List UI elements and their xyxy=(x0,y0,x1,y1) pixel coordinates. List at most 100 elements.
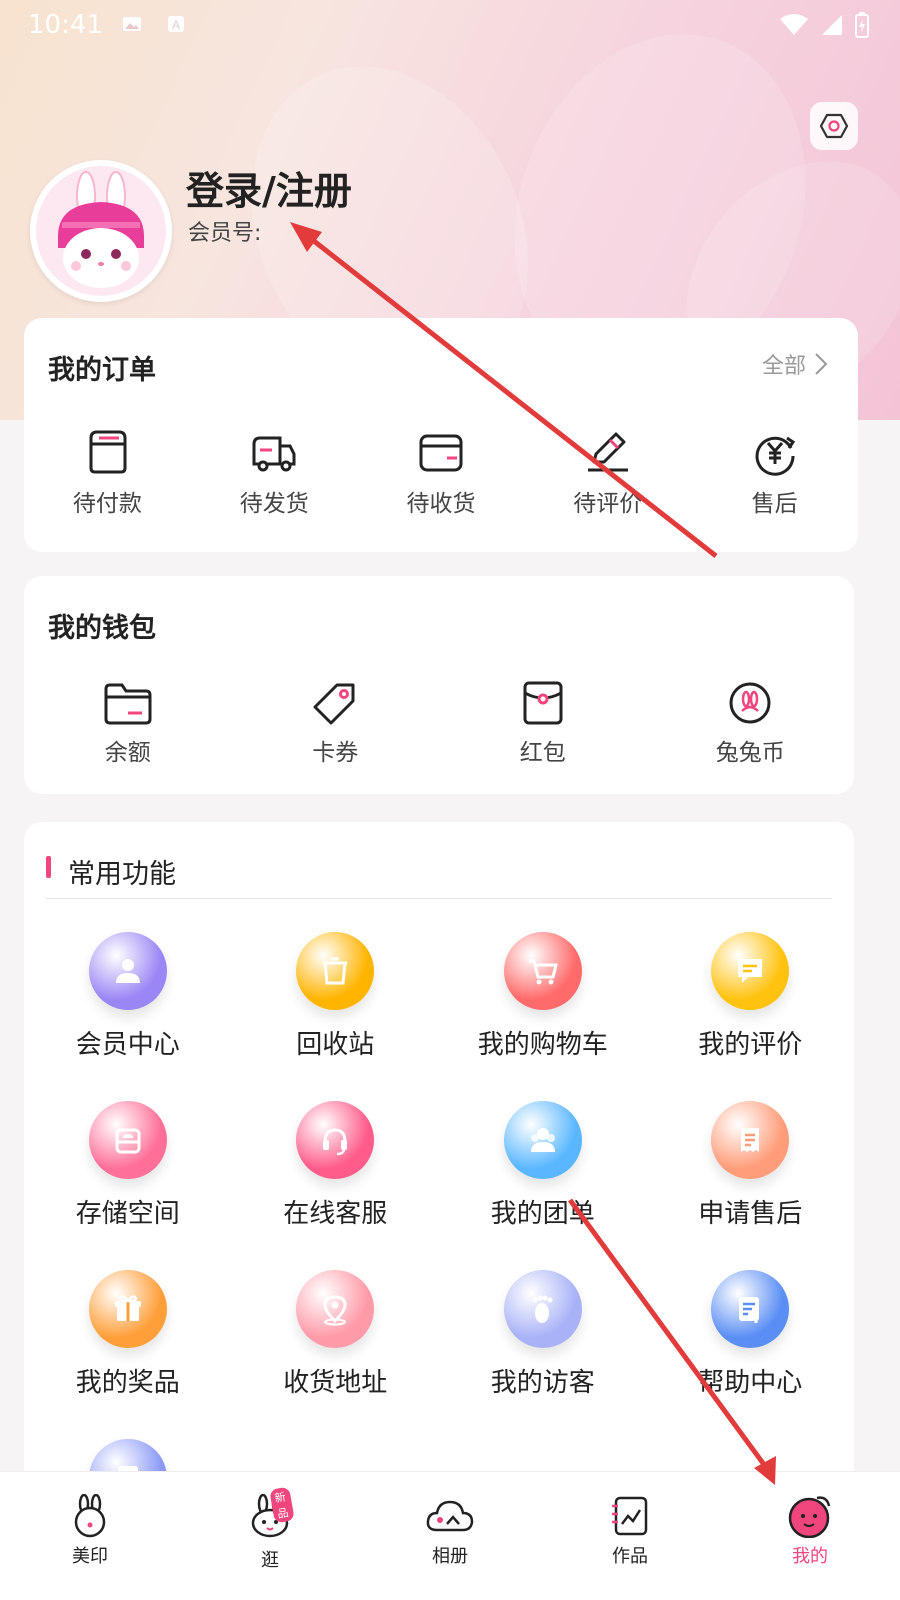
bunny-coin-icon xyxy=(729,682,771,724)
function-item[interactable]: 我的购物车 xyxy=(439,932,647,1061)
wallet-coupons[interactable]: 卡券 xyxy=(232,681,440,767)
function-item[interactable]: 收货地址 xyxy=(232,1270,440,1399)
function-label: 在线客服 xyxy=(283,1199,388,1229)
order-label: 待付款 xyxy=(72,491,142,517)
function-icon-circle xyxy=(88,1270,167,1348)
wallet-label: 余额 xyxy=(104,740,151,766)
all-orders-label: 全部 xyxy=(761,354,806,379)
function-item[interactable]: 我的评价 xyxy=(647,932,855,1061)
settings-icon xyxy=(819,113,849,139)
function-icon-circle xyxy=(711,1101,790,1179)
function-icon-circle xyxy=(296,1270,375,1348)
image-notification-icon xyxy=(123,17,141,31)
order-pending-receipt[interactable]: 待收货 xyxy=(358,428,525,518)
function-icon-circle xyxy=(88,932,167,1010)
tag-icon xyxy=(313,683,355,725)
function-item[interactable]: 会员中心 xyxy=(24,932,232,1061)
function-label: 帮助中心 xyxy=(698,1368,803,1398)
receipt-icon xyxy=(741,1128,760,1152)
order-label: 售后 xyxy=(751,491,798,517)
tab-label: 作品 xyxy=(612,1546,648,1567)
settings-button[interactable] xyxy=(810,102,858,150)
function-item[interactable]: 申请售后 xyxy=(647,1101,855,1230)
me-icon xyxy=(788,1496,831,1538)
wallet-pay-icon xyxy=(89,430,127,474)
folder-icon xyxy=(104,683,152,725)
bunny-icon xyxy=(74,1494,106,1538)
function-label: 收货地址 xyxy=(283,1368,388,1398)
function-label: 我的购物车 xyxy=(477,1030,608,1060)
status-bar: 10:41 A xyxy=(0,0,900,50)
truck-icon xyxy=(252,436,296,472)
all-orders-link[interactable]: 全部 xyxy=(762,348,828,380)
wallet-title: 我的钱包 xyxy=(48,613,156,644)
function-icon-circle xyxy=(503,1101,582,1179)
wifi-icon xyxy=(780,14,808,35)
my-wallet-card: 我的钱包 余额 卡券 红包 兔兔币 xyxy=(24,576,854,794)
function-icon-circle xyxy=(88,1101,167,1179)
order-pending-review[interactable]: 待评价 xyxy=(524,428,691,518)
order-pending-shipment[interactable]: 待发货 xyxy=(191,428,358,518)
wallet-icon xyxy=(419,434,463,472)
function-item[interactable]: 帮助中心 xyxy=(647,1270,855,1399)
gift-icon xyxy=(114,1295,141,1321)
function-item[interactable]: 我的奖品 xyxy=(24,1270,232,1399)
bottom-tab-bar: 美印 新品 逛 相册 作品 我的 xyxy=(0,1472,900,1600)
status-time: 10:41 xyxy=(28,10,103,40)
tab-label: 我的 xyxy=(792,1546,828,1567)
section-accent-bar xyxy=(46,856,51,878)
order-after-sales[interactable]: 售后 xyxy=(691,428,858,518)
function-item[interactable]: 回收站 xyxy=(232,932,440,1061)
headset-icon xyxy=(323,1128,348,1156)
signal-icon xyxy=(822,15,842,35)
tab-works[interactable]: 作品 xyxy=(540,1472,720,1600)
tab-label: 相册 xyxy=(432,1546,468,1567)
wallet-red-packet[interactable]: 红包 xyxy=(439,681,647,767)
order-label: 待评价 xyxy=(573,491,643,517)
function-item[interactable]: 我的团单 xyxy=(439,1101,647,1230)
orders-title: 我的订单 xyxy=(48,355,156,386)
bunny-avatar-icon xyxy=(36,166,166,296)
function-label: 我的奖品 xyxy=(75,1368,180,1398)
function-label: 回收站 xyxy=(296,1030,375,1060)
cloud-storage-icon xyxy=(115,1128,141,1154)
function-item[interactable]: 我的访客 xyxy=(439,1270,647,1399)
login-register-link[interactable]: 登录/注册 xyxy=(186,160,352,215)
functions-title: 常用功能 xyxy=(68,859,176,890)
tab-browse[interactable]: 新品 逛 xyxy=(180,1472,360,1600)
tab-meiyin[interactable]: 美印 xyxy=(0,1472,180,1600)
wallet-bunny-coins[interactable]: 兔兔币 xyxy=(647,681,855,767)
function-label: 我的团单 xyxy=(490,1199,595,1229)
function-label: 我的访客 xyxy=(490,1368,595,1398)
wallet-label: 红包 xyxy=(519,740,566,766)
trash-icon xyxy=(323,957,348,985)
function-label: 我的评价 xyxy=(698,1030,803,1060)
wallet-label: 兔兔币 xyxy=(715,740,785,766)
wallet-label: 卡券 xyxy=(312,740,359,766)
refund-icon xyxy=(755,436,795,476)
function-icon-circle xyxy=(296,932,375,1010)
chevron-right-icon xyxy=(815,353,828,375)
tab-album[interactable]: 相册 xyxy=(360,1472,540,1600)
order-label: 待收货 xyxy=(406,491,476,517)
tab-me[interactable]: 我的 xyxy=(720,1472,900,1600)
member-number-label: 会员号: xyxy=(188,221,262,246)
function-label: 申请售后 xyxy=(698,1199,803,1229)
function-icon-circle xyxy=(503,932,582,1010)
footprint-icon xyxy=(532,1295,553,1323)
comment-icon xyxy=(738,959,763,983)
order-label: 待发货 xyxy=(239,491,309,517)
common-functions-card: 常用功能 会员中心 回收站 我的购物车 我的评价存储空间 在线客服 我的团单 申请售后我的奖… xyxy=(24,822,854,1582)
cart-icon xyxy=(528,959,558,985)
pen-icon xyxy=(587,432,628,472)
order-pending-payment[interactable]: 待付款 xyxy=(24,428,191,518)
user-icon xyxy=(115,959,140,983)
red-packet-icon xyxy=(523,681,563,725)
function-icon-circle xyxy=(503,1270,582,1348)
function-item[interactable]: 在线客服 xyxy=(232,1101,440,1230)
wallet-balance[interactable]: 余额 xyxy=(24,681,232,767)
works-icon xyxy=(612,1496,648,1536)
location-icon xyxy=(323,1295,347,1326)
avatar[interactable] xyxy=(30,160,172,302)
function-item[interactable]: 存储空间 xyxy=(24,1101,232,1230)
